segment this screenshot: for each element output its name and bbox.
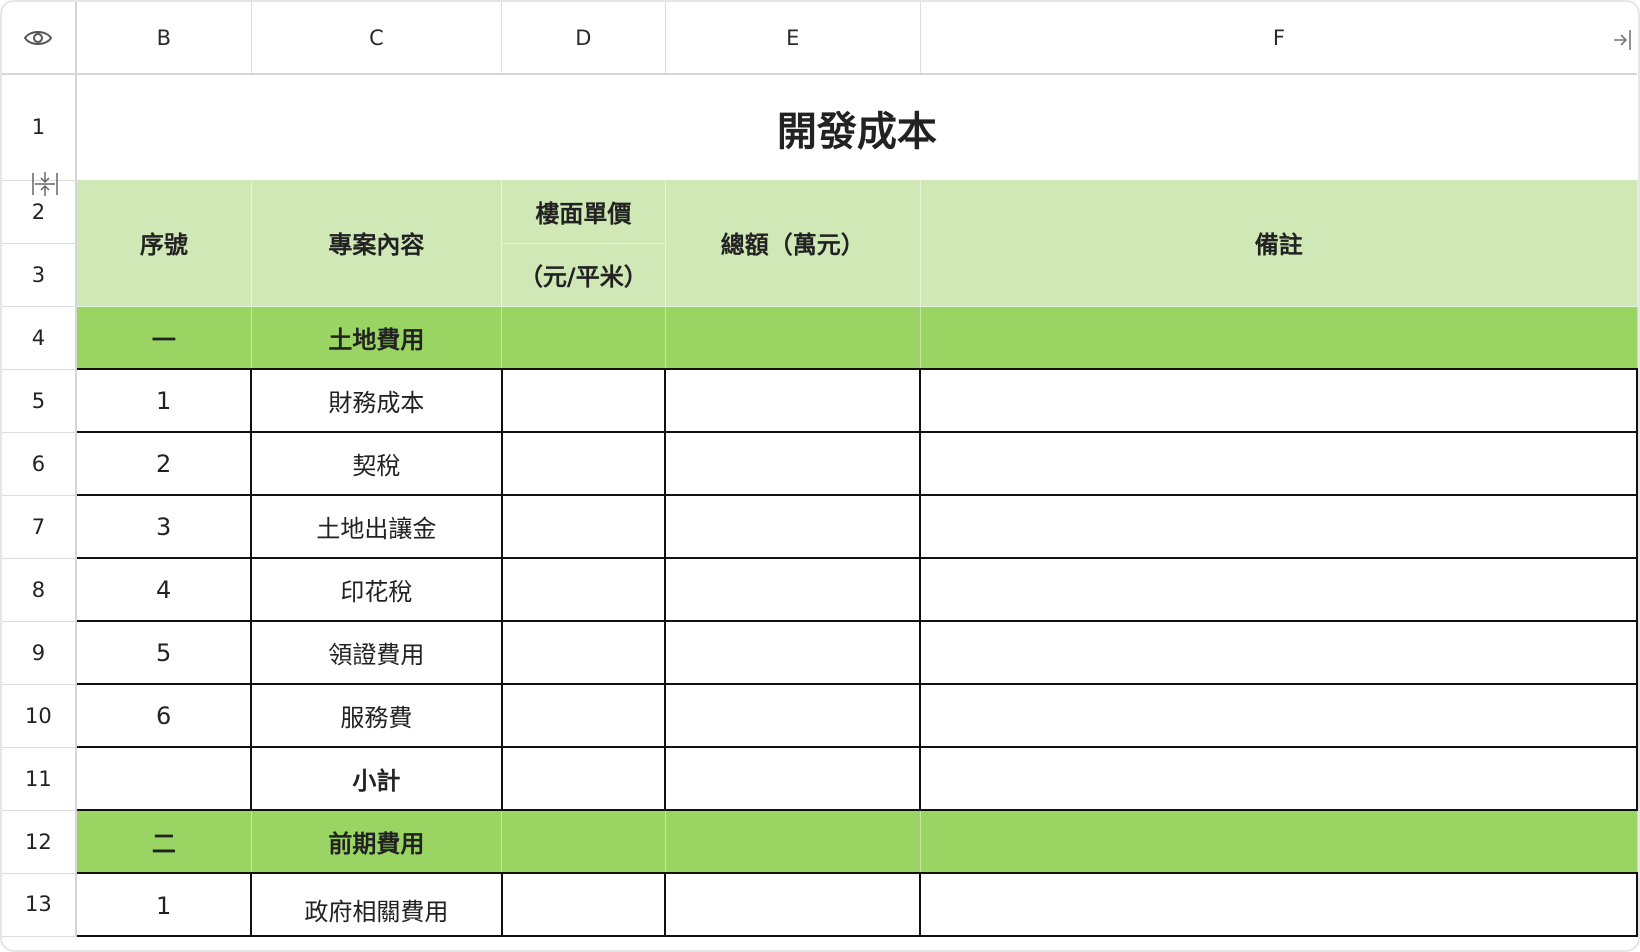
cell-seq[interactable]: 4 bbox=[74, 557, 253, 622]
row-header-7[interactable]: 7 bbox=[2, 495, 77, 559]
sheet-title[interactable]: 開發成本 bbox=[76, 74, 1637, 180]
row-header-1[interactable]: 1 bbox=[2, 74, 77, 181]
table-row: 10 6 服務費 bbox=[2, 683, 1638, 748]
row-header-9[interactable]: 9 bbox=[2, 621, 77, 685]
table-row: 5 1 財務成本 bbox=[2, 368, 1638, 433]
cell-content[interactable]: 財務成本 bbox=[250, 368, 503, 433]
cell-total[interactable] bbox=[664, 368, 922, 433]
cell-note[interactable] bbox=[919, 620, 1638, 685]
cell-total[interactable] bbox=[664, 683, 922, 748]
section-name[interactable]: 土地費用 bbox=[251, 306, 503, 370]
cell-content[interactable]: 政府相關費用 bbox=[250, 872, 503, 937]
section-row: 4 一 土地費用 bbox=[2, 306, 1638, 370]
section-cell[interactable] bbox=[501, 306, 666, 370]
table-row: 13 1 政府相關費用 bbox=[2, 872, 1638, 937]
section-cell[interactable] bbox=[920, 306, 1638, 370]
cell-seq[interactable]: 6 bbox=[74, 683, 253, 748]
row-resize-icon[interactable] bbox=[31, 170, 59, 198]
row-header-10[interactable]: 10 bbox=[2, 684, 77, 748]
cell-total[interactable] bbox=[664, 431, 922, 496]
header-unit-price-unit[interactable]: （元/平米） bbox=[501, 243, 666, 307]
section-row: 12 二 前期費用 bbox=[2, 810, 1638, 874]
collapse-panel-icon[interactable] bbox=[1612, 28, 1634, 52]
cell-unit-price[interactable] bbox=[500, 620, 667, 685]
row-header-6[interactable]: 6 bbox=[2, 432, 77, 496]
cell-unit-price[interactable] bbox=[500, 431, 667, 496]
cell-total[interactable] bbox=[664, 746, 922, 811]
cell-unit-price[interactable] bbox=[500, 683, 667, 748]
table-row: 9 5 領證費用 bbox=[2, 620, 1638, 685]
section-cell[interactable] bbox=[501, 810, 666, 874]
table-row: 8 4 印花稅 bbox=[2, 557, 1638, 622]
cell-note[interactable] bbox=[919, 557, 1638, 622]
cell-unit-price[interactable] bbox=[500, 368, 667, 433]
cell-seq[interactable]: 1 bbox=[74, 368, 253, 433]
row-header-5[interactable]: 5 bbox=[2, 369, 77, 433]
row-header-3[interactable]: 3 bbox=[2, 243, 77, 307]
section-cell[interactable] bbox=[665, 810, 921, 874]
section-seq[interactable]: 一 bbox=[75, 306, 252, 370]
column-header-row: B C D E F bbox=[2, 2, 1637, 75]
cell-note[interactable] bbox=[919, 431, 1638, 496]
cell-total[interactable] bbox=[664, 557, 922, 622]
column-header-f[interactable]: F bbox=[920, 2, 1637, 75]
cell-total[interactable] bbox=[664, 620, 922, 685]
column-header-b[interactable]: B bbox=[75, 2, 252, 75]
header-note[interactable]: 備註 bbox=[920, 180, 1638, 307]
cell-note[interactable] bbox=[919, 494, 1638, 559]
subtotal-label[interactable]: 小計 bbox=[250, 746, 503, 811]
sheet-row: 2 序號 專案內容 樓面單價 總額（萬元） 備註 bbox=[2, 180, 1638, 307]
section-cell[interactable] bbox=[665, 306, 921, 370]
row-header-4[interactable]: 4 bbox=[2, 306, 77, 370]
cell-unit-price[interactable] bbox=[500, 872, 667, 937]
section-name[interactable]: 前期費用 bbox=[251, 810, 503, 874]
cell-note[interactable] bbox=[919, 368, 1638, 433]
cell-seq[interactable]: 5 bbox=[74, 620, 253, 685]
column-header-c[interactable]: C bbox=[251, 2, 503, 75]
row-header-8[interactable]: 8 bbox=[2, 558, 77, 622]
cell-note[interactable] bbox=[919, 683, 1638, 748]
header-unit-price[interactable]: 樓面單價 bbox=[501, 180, 666, 244]
cell-content[interactable]: 領證費用 bbox=[250, 620, 503, 685]
subtotal-row: 11 小計 bbox=[2, 746, 1638, 811]
row-header-13[interactable]: 13 bbox=[2, 873, 77, 937]
spreadsheet-grid: B C D E F 1 開發成本 2 序號 專案內容 樓面單價 總額（萬元） 備… bbox=[2, 2, 1638, 937]
header-seq[interactable]: 序號 bbox=[75, 180, 252, 307]
header-content[interactable]: 專案內容 bbox=[251, 180, 503, 307]
table-row: 7 3 土地出讓金 bbox=[2, 494, 1638, 559]
cell-note[interactable] bbox=[919, 872, 1638, 937]
row-header-11[interactable]: 11 bbox=[2, 747, 77, 811]
cell-content[interactable]: 土地出讓金 bbox=[250, 494, 503, 559]
cell-note[interactable] bbox=[919, 746, 1638, 811]
cell-seq[interactable] bbox=[74, 746, 253, 811]
cell-total[interactable] bbox=[664, 872, 922, 937]
spreadsheet-window: B C D E F 1 開發成本 2 序號 專案內容 樓面單價 總額（萬元） 備… bbox=[0, 0, 1640, 952]
visibility-toggle[interactable] bbox=[2, 2, 77, 75]
cell-content[interactable]: 服務費 bbox=[250, 683, 503, 748]
cell-seq[interactable]: 2 bbox=[74, 431, 253, 496]
cell-content[interactable]: 印花稅 bbox=[250, 557, 503, 622]
cell-seq[interactable]: 1 bbox=[74, 872, 253, 937]
section-cell[interactable] bbox=[920, 810, 1638, 874]
cell-seq[interactable]: 3 bbox=[74, 494, 253, 559]
section-seq[interactable]: 二 bbox=[75, 810, 252, 874]
table-row: 6 2 契稅 bbox=[2, 431, 1638, 496]
sheet-row: 1 開發成本 bbox=[2, 74, 1637, 181]
cell-unit-price[interactable] bbox=[500, 557, 667, 622]
column-header-e[interactable]: E bbox=[665, 2, 921, 75]
cell-unit-price[interactable] bbox=[500, 494, 667, 559]
cell-total[interactable] bbox=[664, 494, 922, 559]
eye-icon[interactable] bbox=[23, 27, 53, 49]
header-total[interactable]: 總額（萬元） bbox=[665, 180, 921, 307]
column-header-d[interactable]: D bbox=[501, 2, 666, 75]
cell-unit-price[interactable] bbox=[500, 746, 667, 811]
row-header-12[interactable]: 12 bbox=[2, 810, 77, 874]
cell-content[interactable]: 契稅 bbox=[250, 431, 503, 496]
